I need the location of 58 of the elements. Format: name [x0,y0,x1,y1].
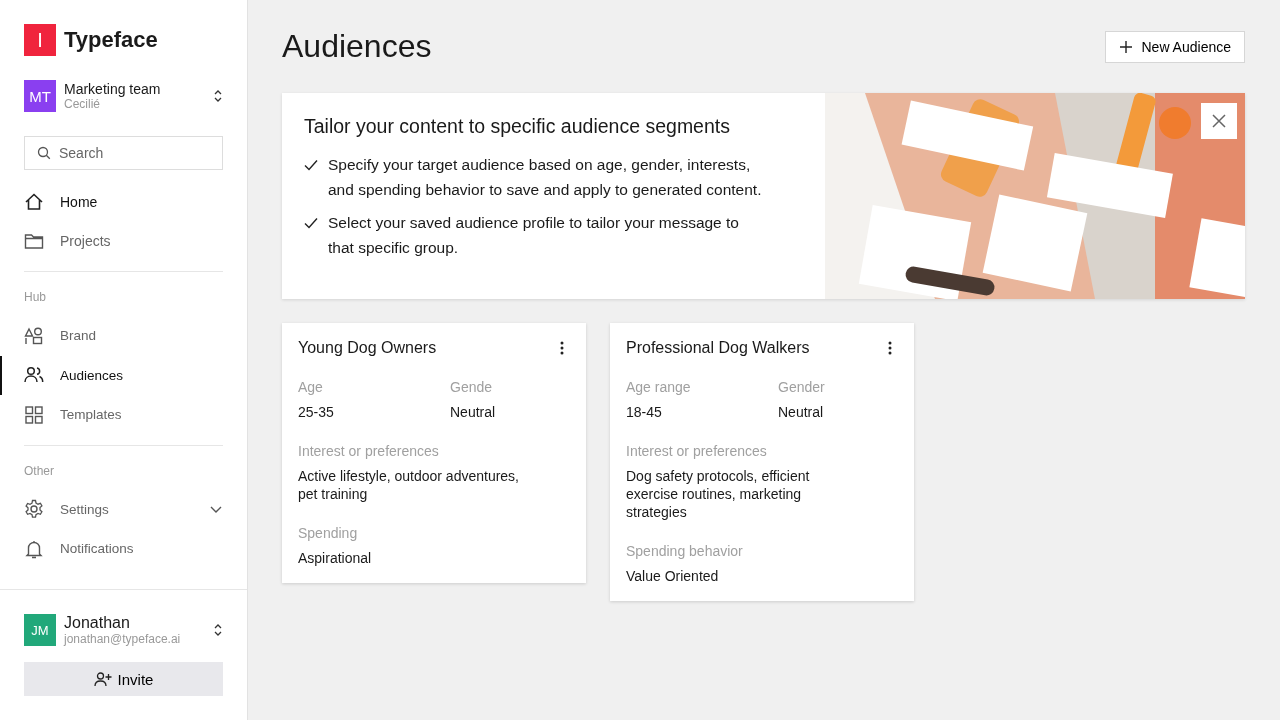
field-label: Gende [450,379,494,395]
nav-item[interactable]: Settings [0,489,223,529]
home-icon [24,191,44,212]
plus-icon [1119,39,1134,54]
field-label: Gender [778,379,826,395]
field-value: Value Oriented [626,567,720,585]
field-value: Neutral [778,403,825,421]
banner-title: Tailor your content to specific audience segments [304,115,731,138]
user-email: jonathan@typeface.ai [64,632,182,646]
shapes-icon [24,325,44,346]
folder-icon [24,231,44,252]
field-value: Dog safety protocols, efficient exercise routines, marketing strategies [626,467,811,521]
field-value: 25-35 [298,403,335,421]
add-person-icon [93,671,112,687]
banner-point: Specify your target audience based on age, gender, interests, and spending behavior to save and apply to generated content. [328,155,763,200]
field-value: Aspirational [298,549,373,567]
field-label: Spending behavior [626,543,744,559]
workspace-avatar: MT [24,80,56,112]
nav-item[interactable]: Home [0,182,223,222]
banner-point: Select your saved audience profile to tailor your message to that specific group. [328,213,740,258]
close-icon [1212,114,1226,128]
check-icon [304,217,318,229]
card-title: Professional Dog Walkers [626,339,810,357]
nav-item[interactable]: Templates [0,395,223,435]
field-label: Spending [298,525,359,541]
new-audience-button[interactable]: New Audience [1105,30,1245,63]
field-label: Age range [626,379,692,395]
field-label: Age [298,379,324,395]
nav-item[interactable]: Brand [0,316,223,356]
audience-card[interactable]: Young Dog Owners Age 25-35 Gende Neutral Interest or preferences Active lifestyle, outdoor adventures, pet training Spending Aspirational [282,323,586,583]
search-icon [37,146,51,160]
nav-item[interactable]: Notifications [0,529,223,569]
nav-item[interactable]: Projects [0,221,223,261]
section-title: Other [24,463,55,478]
section-title: Hub [24,290,47,304]
field-value: 18-45 [626,403,663,421]
field-label: Interest or preferences [626,443,768,459]
workspace-name: Marketing team [64,81,162,97]
nav-item[interactable]: Audiences [0,355,223,395]
card-title: Young Dog Owners [298,339,437,357]
page-title: Audiences [282,28,432,65]
search-field[interactable]: Search [24,136,223,170]
bell-icon [24,538,44,559]
settings-icon [24,499,44,520]
grid-icon [24,404,44,425]
audience-card[interactable]: Professional Dog Walkers Age range 18-45 Gender Neutral Interest or preferences Dog safety protocols, efficient exercise routines, marketing strategies Spending behavior Value Oriented [610,323,914,601]
up-down-chevron-icon [213,622,223,638]
up-down-chevron-icon [213,88,223,104]
check-icon [304,159,318,171]
user-avatar: JM [24,614,56,646]
workspace-user: Cecilié [64,97,101,111]
field-value: Neutral [450,403,497,421]
invite-button[interactable]: Invite [24,662,223,696]
brand-name: Typeface [64,27,158,53]
user-name: Jonathan [64,614,131,632]
logo-mark: I [24,24,56,56]
field-value: Active lifestyle, outdoor adventures, pet training [298,467,520,503]
field-label: Interest or preferences [298,443,440,459]
